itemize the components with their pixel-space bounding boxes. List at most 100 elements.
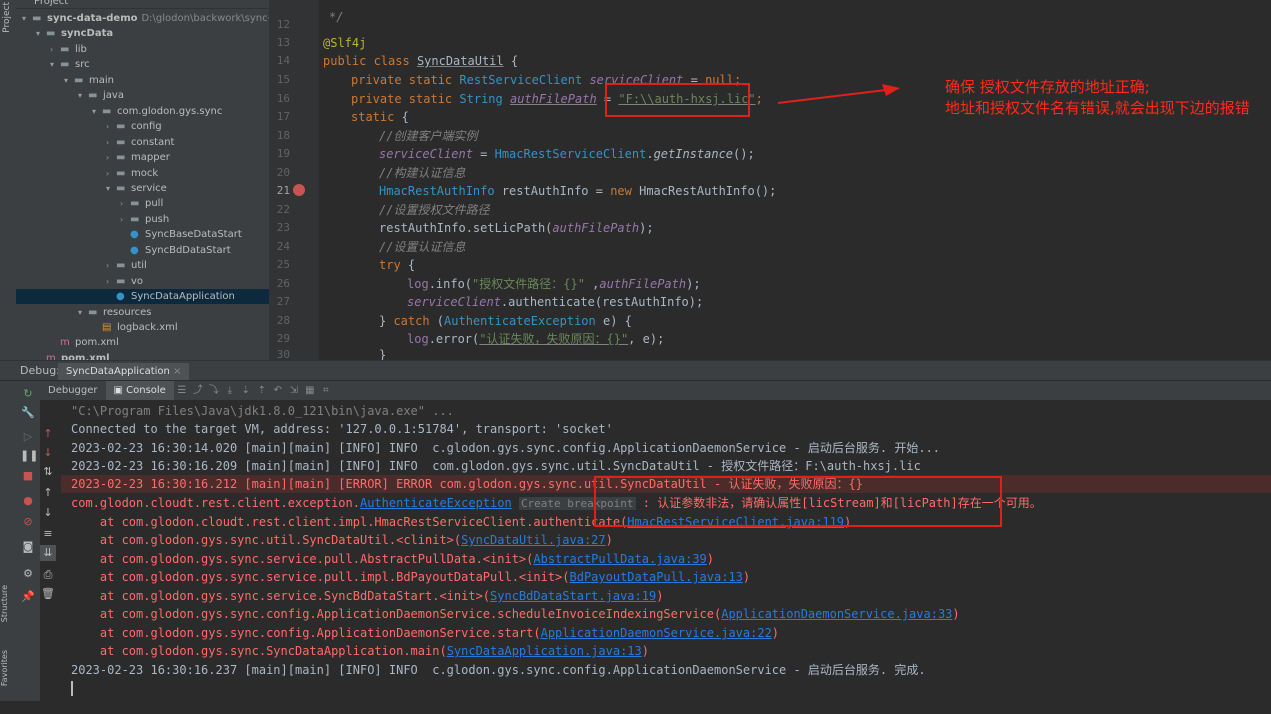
stack-frame-link[interactable]: SyncDataUtil.java:27	[461, 533, 606, 547]
chevron-right-icon[interactable]: ›	[106, 166, 116, 181]
menu-icon[interactable]: ☰	[174, 381, 190, 400]
trace-icon[interactable]: ⌗	[318, 381, 334, 400]
tab-console[interactable]: ▣ Console	[105, 381, 174, 400]
tab-debugger[interactable]: Debugger	[40, 381, 106, 400]
tree-item[interactable]: ● SyncBaseDataStart	[16, 227, 242, 242]
stack-frame-link[interactable]: SyncDataApplication.java:13	[447, 644, 642, 658]
chevron-right-icon[interactable]: ›	[106, 135, 116, 150]
code-editor[interactable]: */ @Slf4j public class SyncDataUtil { pr…	[319, 0, 1271, 360]
project-side-label[interactable]: Project	[2, 2, 12, 33]
line-number[interactable]: 25	[269, 256, 290, 274]
chevron-down-icon[interactable]: ▾	[106, 181, 116, 196]
tree-item[interactable]: › ▬ mock	[16, 166, 158, 181]
stack-frame-link[interactable]: BdPayoutDataPull.java:13	[570, 570, 743, 584]
stack-frame-link[interactable]: ApplicationDaemonService.java:33	[721, 607, 952, 621]
structure-side-label[interactable]: Structure	[0, 585, 9, 622]
tree-item[interactable]: m pom.xml	[16, 351, 110, 360]
chevron-down-icon[interactable]: ▾	[64, 73, 74, 88]
step-over-icon[interactable]: ⤵	[206, 381, 222, 400]
line-number[interactable]: 12	[269, 16, 290, 34]
line-number[interactable]: 20	[269, 164, 290, 182]
tree-item[interactable]: › ▬ push	[16, 212, 169, 227]
line-number[interactable]: 15	[269, 71, 290, 89]
line-number[interactable]: 28	[269, 312, 290, 330]
scroll-down-icon[interactable]: ↓	[40, 505, 56, 521]
exception-link[interactable]: AuthenticateException	[360, 496, 512, 510]
scroll-up-icon[interactable]: ↑	[40, 485, 56, 501]
tree-item[interactable]: ● SyncBdDataStart	[16, 243, 231, 258]
chevron-down-icon[interactable]: ▾	[22, 11, 32, 26]
tree-item[interactable]: › ▬ vo	[16, 274, 143, 289]
stack-frame-link[interactable]: SyncBdDataStart.java:19	[490, 589, 656, 603]
chevron-right-icon[interactable]: ›	[120, 212, 130, 227]
chevron-right-icon[interactable]: ›	[106, 119, 116, 134]
line-number[interactable]: 14	[269, 52, 290, 70]
chevron-down-icon[interactable]: ▾	[50, 57, 60, 72]
tree-item[interactable]: ▾ ▬ resources	[16, 305, 151, 320]
tree-item[interactable]: ▾ ▬ main	[16, 73, 114, 88]
show-execution-point-icon[interactable]: ⤴	[190, 381, 206, 400]
resume-icon[interactable]: ▷	[20, 429, 36, 445]
run-to-cursor-icon[interactable]: ⇲	[286, 381, 302, 400]
line-number[interactable]: 27	[269, 293, 290, 311]
pause-icon[interactable]: ❚❚	[20, 448, 38, 464]
line-number[interactable]: 26	[269, 275, 290, 293]
tree-item[interactable]: ▾ ▬ java	[16, 88, 124, 103]
close-icon[interactable]: ×	[173, 366, 181, 377]
project-header[interactable]: Project	[16, 0, 269, 9]
tree-item[interactable]: ▾ ▬ syncData	[16, 26, 113, 41]
chevron-down-icon[interactable]: ▾	[36, 26, 46, 41]
tree-item[interactable]: m pom.xml	[16, 335, 119, 350]
chevron-down-icon[interactable]: ▾	[78, 88, 88, 103]
line-number[interactable]: 22	[269, 201, 290, 219]
gear-icon[interactable]: ⚙	[20, 566, 36, 582]
chevron-down-icon[interactable]: ▾	[92, 104, 102, 119]
stack-frame-link[interactable]: AbstractPullData.java:39	[533, 552, 706, 566]
tree-item[interactable]: ▾ ▬ service	[16, 181, 167, 196]
tree-item[interactable]: ● SyncDataApplication	[16, 289, 269, 305]
tree-item[interactable]: ▾▬ sync-data-demoD:\glodon\backwork\sync-…	[16, 11, 269, 26]
chevron-right-icon[interactable]: ›	[106, 258, 116, 273]
stop-icon[interactable]: ■	[20, 468, 36, 484]
down-arrow-icon[interactable]: ↓	[40, 445, 56, 461]
tree-item[interactable]: › ▬ mapper	[16, 150, 170, 165]
mute-breakpoints-icon[interactable]: ⊘	[20, 514, 36, 530]
soft-wrap-icon[interactable]: ≡	[40, 526, 56, 542]
debug-session-tab[interactable]: SyncDataApplication ×	[58, 363, 190, 380]
tree-item[interactable]: › ▬ lib	[16, 42, 87, 57]
settings-icon[interactable]: 🔧	[20, 405, 36, 421]
tree-item[interactable]: › ▬ util	[16, 258, 147, 273]
chevron-right-icon[interactable]: ›	[50, 42, 60, 57]
sort-icon[interactable]: ⇅	[40, 464, 56, 480]
favorites-side-label[interactable]: Favorites	[0, 650, 9, 686]
chevron-right-icon[interactable]: ›	[120, 196, 130, 211]
tree-item[interactable]: › ▬ pull	[16, 196, 163, 211]
print-icon[interactable]: ⎙	[40, 567, 56, 583]
line-number[interactable]: 19	[269, 145, 290, 163]
chevron-right-icon[interactable]: ›	[106, 150, 116, 165]
line-number[interactable]: 23	[269, 219, 290, 237]
rerun-icon[interactable]: ↻	[20, 386, 36, 402]
console-output[interactable]: "C:\Program Files\Java\jdk1.8.0_121\bin\…	[61, 401, 1271, 701]
line-number[interactable]: 21	[269, 182, 290, 200]
tree-item[interactable]: › ▬ constant	[16, 135, 174, 150]
chevron-right-icon[interactable]: ›	[106, 274, 116, 289]
chevron-down-icon[interactable]: ▾	[78, 305, 88, 320]
view-breakpoints-icon[interactable]: ●	[20, 493, 36, 509]
scroll-to-end-icon[interactable]: ⇊	[40, 545, 56, 561]
line-number[interactable]: 16	[269, 90, 290, 108]
line-number[interactable]: 17	[269, 108, 290, 126]
up-arrow-icon[interactable]: ↑	[40, 426, 56, 442]
tree-item[interactable]: ▾ ▬ src	[16, 57, 90, 72]
pin-icon[interactable]: 📌	[20, 589, 36, 605]
drop-frame-icon[interactable]: ↶	[270, 381, 286, 400]
line-number[interactable]: 13	[269, 34, 290, 52]
step-out-icon[interactable]: ⇡	[254, 381, 270, 400]
line-number[interactable]: 18	[269, 127, 290, 145]
step-into-icon[interactable]: ⤓	[222, 381, 238, 400]
force-step-into-icon[interactable]: ⇣	[238, 381, 254, 400]
line-number[interactable]: 24	[269, 238, 290, 256]
tree-item[interactable]: › ▬ config	[16, 119, 162, 134]
evaluate-icon[interactable]: ▦	[302, 381, 318, 400]
stack-frame-link[interactable]: ApplicationDaemonService.java:22	[541, 626, 772, 640]
